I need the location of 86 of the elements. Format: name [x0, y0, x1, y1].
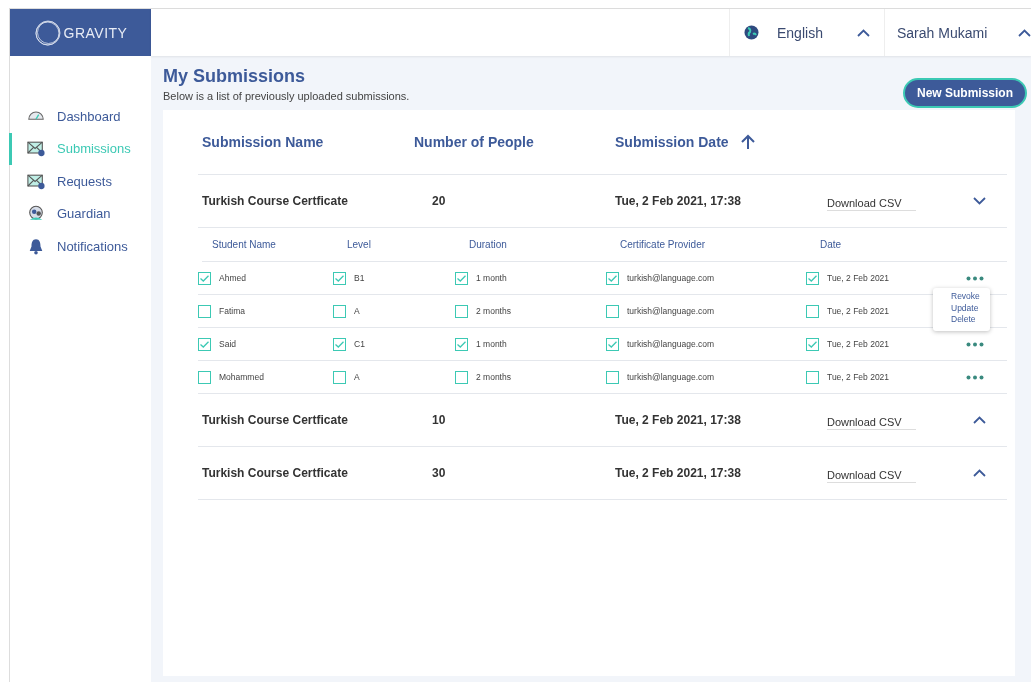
checkbox[interactable]: [198, 370, 211, 384]
caret-icon[interactable]: [857, 28, 870, 37]
more-icon[interactable]: [966, 374, 984, 380]
language-selector[interactable]: English: [777, 24, 857, 41]
table-cell: Tue, 2 Feb 2021: [827, 273, 890, 283]
sidebar-item[interactable]: Dashboard: [9, 100, 151, 133]
table-cell: B1: [354, 273, 365, 283]
page-subtitle: Below is a list of previously uploaded submissions.: [163, 90, 410, 102]
menu-item[interactable]: Update: [951, 302, 980, 314]
checkbox[interactable]: [606, 370, 619, 384]
people-count: 30: [432, 466, 447, 480]
checkbox[interactable]: [455, 304, 468, 318]
checkbox[interactable]: [606, 337, 619, 351]
globe-icon: [744, 25, 759, 40]
user-menu[interactable]: Sarah Mukami: [897, 24, 1018, 41]
submission-date: Tue, 2 Feb 2021, 17:38: [615, 413, 742, 427]
checkbox[interactable]: [198, 337, 211, 351]
mail-icon: [27, 139, 45, 159]
chevron-icon[interactable]: [973, 469, 986, 477]
checkbox[interactable]: [606, 271, 619, 285]
column-header: Date: [819, 239, 843, 250]
sidebar-item[interactable]: Notifications: [9, 230, 151, 263]
more-icon[interactable]: [966, 275, 984, 281]
more-icon[interactable]: [966, 341, 984, 347]
caret-icon[interactable]: [1018, 28, 1031, 37]
checkbox[interactable]: [198, 304, 211, 318]
checkbox[interactable]: [455, 370, 468, 384]
sidebar-item[interactable]: Guardian: [9, 197, 151, 230]
table-cell: Ahmed: [219, 273, 246, 283]
table-cell: Tue, 2 Feb 2021: [827, 339, 890, 349]
checkbox[interactable]: [333, 304, 346, 318]
submission-date: Tue, 2 Feb 2021, 17:38: [615, 194, 742, 208]
table-cell: Fatima: [219, 306, 245, 316]
checkbox[interactable]: [455, 337, 468, 351]
chevron-icon[interactable]: [973, 416, 986, 424]
table-cell: turkish@language.com: [627, 339, 715, 349]
bell-icon: [27, 236, 45, 256]
menu-item[interactable]: Delete: [951, 314, 980, 326]
table-cell: C1: [354, 339, 365, 349]
table-cell: turkish@language.com: [627, 372, 715, 382]
table-cell: Mohammed: [219, 372, 264, 382]
people-count: 20: [432, 194, 447, 208]
checkbox[interactable]: [198, 271, 211, 285]
download-csv-link[interactable]: Download CSV: [827, 414, 916, 430]
checkbox[interactable]: [333, 271, 346, 285]
page-title: My Submissions: [163, 66, 307, 87]
table-cell: 2 months: [476, 372, 511, 382]
download-csv-link[interactable]: Download CSV: [827, 467, 916, 483]
checkbox[interactable]: [806, 304, 819, 318]
submission-date: Tue, 2 Feb 2021, 17:38: [615, 466, 742, 480]
download-csv-link[interactable]: Download CSV: [827, 195, 916, 211]
checkbox[interactable]: [606, 304, 619, 318]
chevron-icon[interactable]: [973, 197, 986, 205]
table-cell: Tue, 2 Feb 2021: [827, 306, 890, 316]
column-header: Number of People: [414, 134, 535, 150]
new-submission-button[interactable]: New Submission: [902, 78, 1027, 108]
table-cell: A: [354, 372, 360, 382]
sidebar-item[interactable]: Requests: [9, 165, 151, 198]
table-cell: 1 month: [476, 273, 507, 283]
checkbox[interactable]: [333, 337, 346, 351]
column-header: Level: [346, 239, 372, 250]
table-cell: 2 months: [476, 306, 511, 316]
menu-item[interactable]: Revoke: [951, 291, 980, 303]
table-cell: A: [354, 306, 360, 316]
column-header: Certificate Provider: [619, 239, 707, 250]
checkbox[interactable]: [455, 271, 468, 285]
people-count: 10: [432, 413, 447, 427]
table-cell: 1 month: [476, 339, 507, 349]
sort-arrow-icon[interactable]: [740, 134, 755, 150]
table-cell: turkish@language.com: [627, 273, 715, 283]
checkbox[interactable]: [806, 337, 819, 351]
logo-text: GRAVITY: [63, 24, 128, 41]
submission-name: Turkish Course Certficate: [202, 194, 349, 208]
table-cell: Tue, 2 Feb 2021: [827, 372, 890, 382]
submission-name: Turkish Course Certficate: [202, 466, 349, 480]
column-header: Duration: [468, 239, 508, 250]
column-header[interactable]: Submission Date: [615, 134, 729, 150]
table-cell: turkish@language.com: [627, 306, 715, 316]
rings-icon: [33, 18, 62, 47]
checkbox[interactable]: [333, 370, 346, 384]
column-header: Submission Name: [202, 134, 325, 150]
submission-name: Turkish Course Certficate: [202, 413, 349, 427]
column-header: Student Name: [211, 239, 277, 250]
checkbox[interactable]: [806, 370, 819, 384]
checkbox[interactable]: [806, 271, 819, 285]
table-cell: Said: [219, 339, 236, 349]
